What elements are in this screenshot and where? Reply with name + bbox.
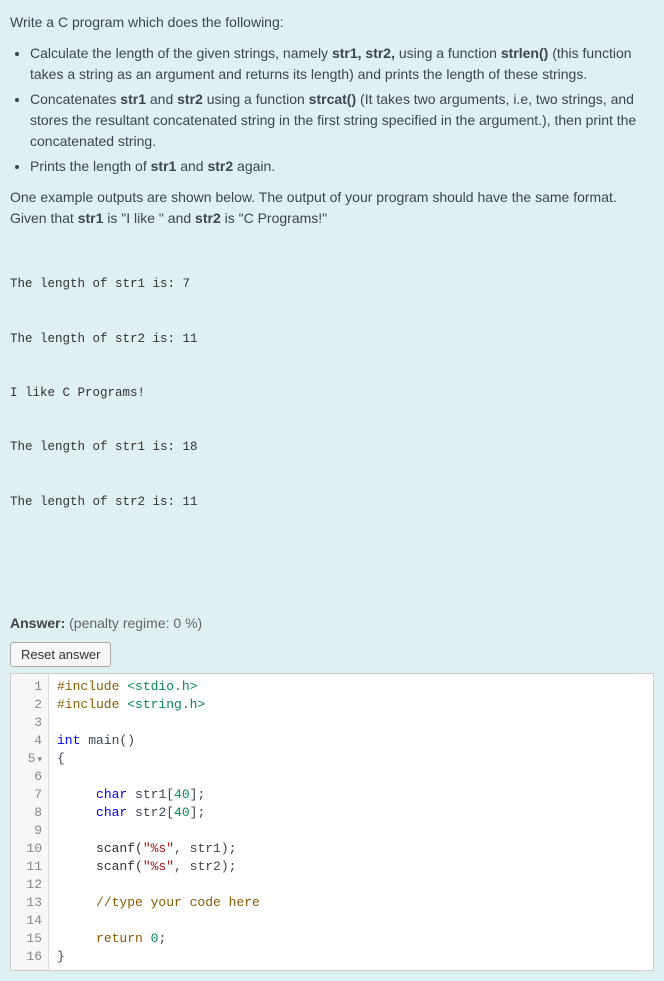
answer-label: Answer: xyxy=(10,615,65,631)
code-line xyxy=(57,822,645,840)
bullet-2: Concatenates str1 and str2 using a funct… xyxy=(30,89,654,152)
code-line xyxy=(57,714,645,732)
line-number: 15 xyxy=(15,930,42,948)
bullet-1: Calculate the length of the given string… xyxy=(30,43,654,85)
code-line: #include <string.h> xyxy=(57,696,645,714)
code-line: //type your code here xyxy=(57,894,645,912)
code-line: scanf("%s", str1); xyxy=(57,840,645,858)
output-line: The length of str1 is: 7 xyxy=(10,275,654,293)
line-number: 14 xyxy=(15,912,42,930)
question-intro: Write a C program which does the followi… xyxy=(10,12,654,33)
code-line: char str1[40]; xyxy=(57,786,645,804)
line-number: 16 xyxy=(15,948,42,966)
code-line xyxy=(57,876,645,894)
output-line: The length of str1 is: 18 xyxy=(10,438,654,456)
code-area[interactable]: #include <stdio.h> #include <string.h> i… xyxy=(49,674,653,970)
reset-answer-button[interactable]: Reset answer xyxy=(10,642,111,667)
line-number: 10 xyxy=(15,840,42,858)
code-line: int main() xyxy=(57,732,645,750)
line-number: 3 xyxy=(15,714,42,732)
question-text: Write a C program which does the followi… xyxy=(0,0,664,563)
code-line: { xyxy=(57,750,645,768)
line-number: 7 xyxy=(15,786,42,804)
answer-section: Answer: (penalty regime: 0 %) Reset answ… xyxy=(0,613,664,981)
question-bullets: Calculate the length of the given string… xyxy=(10,43,654,177)
line-number: 4 xyxy=(15,732,42,750)
code-line: #include <stdio.h> xyxy=(57,678,645,696)
line-number: 12 xyxy=(15,876,42,894)
line-number: 2 xyxy=(15,696,42,714)
line-number: 1 xyxy=(15,678,42,696)
code-line: return 0; xyxy=(57,930,645,948)
line-number: 11 xyxy=(15,858,42,876)
bullet-3: Prints the length of str1 and str2 again… xyxy=(30,156,654,177)
output-line: The length of str2 is: 11 xyxy=(10,493,654,511)
output-line: I like C Programs! xyxy=(10,384,654,402)
line-number: 13 xyxy=(15,894,42,912)
code-line xyxy=(57,768,645,786)
answer-header: Answer: (penalty regime: 0 %) xyxy=(10,613,654,634)
example-intro: One example outputs are shown below. The… xyxy=(10,187,654,229)
code-line xyxy=(57,912,645,930)
line-number-fold[interactable]: 5 xyxy=(15,750,42,768)
line-number: 8 xyxy=(15,804,42,822)
code-line: char str2[40]; xyxy=(57,804,645,822)
line-number: 9 xyxy=(15,822,42,840)
penalty-text: (penalty regime: 0 %) xyxy=(69,615,202,631)
line-number-gutter: 1 2 3 4 5 6 7 8 9 10 11 12 13 14 15 16 xyxy=(11,674,49,970)
example-output: The length of str1 is: 7 The length of s… xyxy=(10,239,654,547)
code-line: scanf("%s", str2); xyxy=(57,858,645,876)
code-line: } xyxy=(57,948,645,966)
line-number: 6 xyxy=(15,768,42,786)
code-editor[interactable]: 1 2 3 4 5 6 7 8 9 10 11 12 13 14 15 16 #… xyxy=(10,673,654,971)
output-line: The length of str2 is: 11 xyxy=(10,330,654,348)
